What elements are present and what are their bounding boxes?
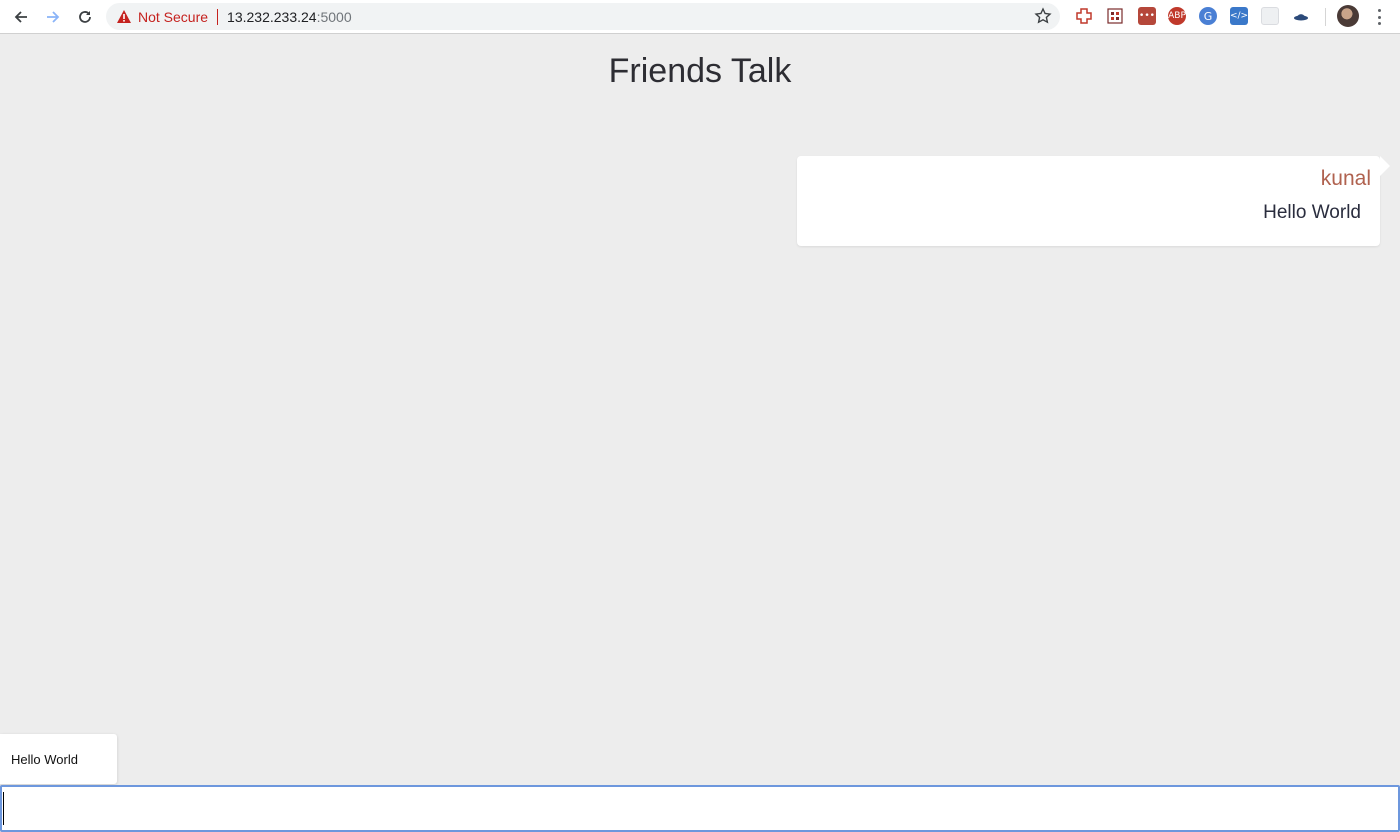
browser-toolbar: Not Secure 13.232.233.24 :5000 ••• ABP G… xyxy=(0,0,1400,34)
url-host: 13.232.233.24 xyxy=(227,8,317,25)
back-button[interactable] xyxy=(8,4,34,30)
text-caret xyxy=(3,792,4,825)
toolbar-divider xyxy=(1325,8,1326,26)
message-username: kunal xyxy=(1320,167,1371,190)
omnibox-divider xyxy=(217,8,219,25)
extension-blank-icon[interactable] xyxy=(1261,7,1279,25)
reload-icon xyxy=(79,10,91,23)
extension-abp-icon[interactable]: ABP xyxy=(1168,7,1186,25)
back-arrow-icon xyxy=(14,10,27,23)
warning-triangle-icon xyxy=(116,9,132,25)
star-icon[interactable] xyxy=(1034,7,1052,25)
profile-avatar[interactable] xyxy=(1337,5,1359,27)
forward-arrow-icon xyxy=(47,10,60,23)
extension-hat-icon[interactable] xyxy=(1292,7,1310,25)
extension-grammarly-icon[interactable]: G xyxy=(1199,7,1217,25)
page-title: Friends Talk xyxy=(608,52,792,90)
message-input[interactable] xyxy=(0,785,1400,832)
autocomplete-suggestion[interactable]: Hello World xyxy=(0,734,117,784)
url-port: :5000 xyxy=(316,8,352,25)
address-bar[interactable]: Not Secure 13.232.233.24 :5000 xyxy=(106,3,1060,30)
forward-button[interactable] xyxy=(40,4,66,30)
security-status-label[interactable]: Not Secure xyxy=(138,9,208,25)
reload-button[interactable] xyxy=(72,4,98,30)
extension-dots-icon[interactable]: ••• xyxy=(1138,7,1156,25)
extension-grid-icon[interactable] xyxy=(1106,7,1124,25)
extension-code-icon[interactable]: </> xyxy=(1230,7,1248,25)
extension-cross-icon[interactable] xyxy=(1075,7,1093,25)
chat-message: kunal Hello World xyxy=(797,156,1390,246)
message-text: Hello World xyxy=(1263,202,1361,223)
kebab-menu-icon[interactable] xyxy=(1372,8,1386,26)
